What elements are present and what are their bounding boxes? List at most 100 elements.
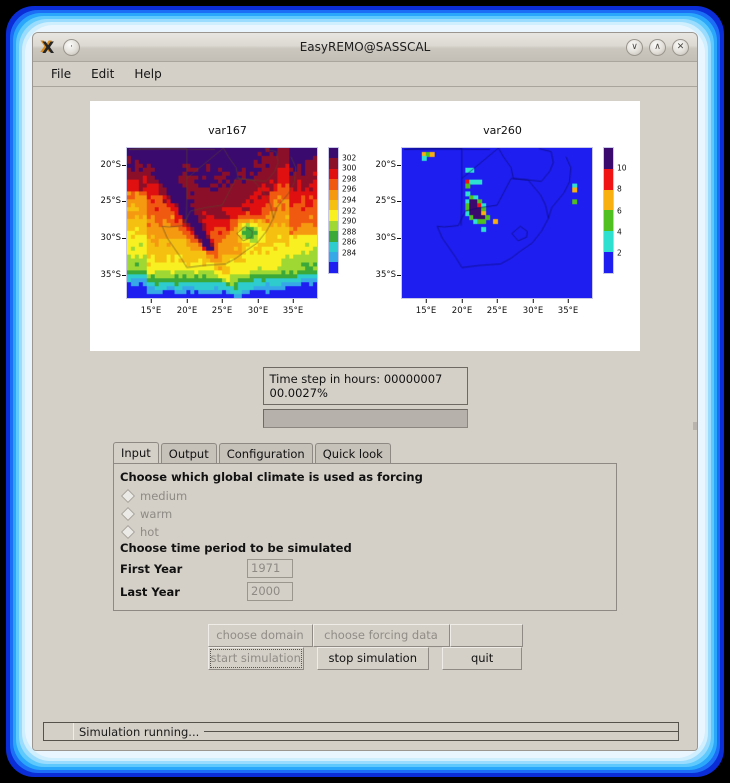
tab-configuration[interactable]: Configuration bbox=[218, 443, 313, 465]
radio-label-warm: warm bbox=[140, 506, 173, 521]
y-tick-label: 20°S bbox=[100, 160, 127, 170]
heatmap-canvas bbox=[402, 148, 592, 298]
colorbar-labels: 10 8 6 4 2 bbox=[617, 147, 641, 274]
chart-var167: var167 20°S 25°S 30°S 35°S 15°E 20°E 25°… bbox=[90, 101, 365, 351]
maximize-icon[interactable]: ∧ bbox=[649, 38, 666, 56]
colorbar-segment bbox=[329, 231, 338, 242]
chart-plot-area bbox=[401, 147, 593, 299]
period-group-label: Choose time period to be simulated bbox=[120, 541, 352, 556]
colorbar-tick-label: 288 bbox=[342, 227, 357, 237]
desktop-background: · EasyREMO@SASSCAL ∨ ∧ ✕ File Edit Help … bbox=[0, 0, 730, 783]
x-axis-ticks: 15°E 20°E 25°E 30°E 35°E bbox=[126, 299, 318, 323]
status-bar: Simulation running... bbox=[43, 722, 679, 741]
timestep-section: Time step in hours: 00000007 00.0027% bbox=[262, 367, 468, 429]
tab-panel-input: Choose which global climate is used as f… bbox=[113, 463, 617, 612]
tab-bar: Input Output Configuration Quick look bbox=[113, 442, 617, 465]
status-message: Simulation running... bbox=[74, 724, 205, 739]
label-last-year: Last Year bbox=[120, 584, 180, 599]
y-tick-label: 25°S bbox=[100, 196, 127, 206]
menu-bar: File Edit Help bbox=[33, 62, 697, 87]
colorbar-segment bbox=[604, 189, 613, 211]
colorbar-labels: 302 300 298 296 294 292 290 288 286 284 bbox=[342, 147, 366, 274]
colorbar-tick-label: 284 bbox=[342, 248, 357, 258]
window-edge-artifact bbox=[693, 422, 697, 430]
y-tick-label: 35°S bbox=[100, 270, 127, 280]
colorbar-segment bbox=[329, 168, 338, 180]
colorbar-segment bbox=[329, 148, 338, 159]
radio-option-medium[interactable]: medium bbox=[120, 487, 608, 504]
input-last-year[interactable]: 2000 bbox=[247, 582, 293, 602]
tab-output[interactable]: Output bbox=[160, 443, 217, 465]
x-tick-label: 25°E bbox=[211, 299, 233, 316]
close-icon[interactable]: ✕ bbox=[672, 38, 689, 56]
stop-simulation-button[interactable]: stop simulation bbox=[316, 647, 429, 671]
colorbar-segment bbox=[329, 158, 338, 169]
colorbar-tick-label: 300 bbox=[342, 163, 357, 173]
y-tick-label: 35°S bbox=[375, 270, 402, 280]
x-window-logo-icon bbox=[40, 39, 56, 55]
colorbar-tick-label: 290 bbox=[342, 216, 357, 226]
window-menu-icon[interactable]: · bbox=[63, 38, 80, 56]
colorbar-segment bbox=[604, 252, 613, 273]
menu-item-edit[interactable]: Edit bbox=[83, 65, 122, 83]
colorbar-tick-label: 4 bbox=[617, 227, 622, 237]
y-tick-label: 25°S bbox=[375, 196, 402, 206]
status-bar-rule bbox=[204, 730, 678, 732]
y-tick-label: 30°S bbox=[375, 233, 402, 243]
colorbar-tick-label: 286 bbox=[342, 237, 357, 247]
heatmap-canvas bbox=[127, 148, 317, 298]
button-gap bbox=[303, 647, 317, 671]
radio-label-hot: hot bbox=[140, 524, 159, 539]
colorbar-segment bbox=[329, 210, 338, 221]
button-row-top: choose domain choose forcing data bbox=[207, 624, 523, 648]
tab-quick-look[interactable]: Quick look bbox=[314, 443, 391, 465]
application-window: · EasyREMO@SASSCAL ∨ ∧ ✕ File Edit Help … bbox=[32, 32, 698, 751]
y-axis-ticks: 20°S 25°S 30°S 35°S bbox=[365, 147, 402, 299]
simulation-progress-bar bbox=[262, 409, 468, 429]
field-row-first-year: First Year 1971 bbox=[120, 558, 608, 579]
radio-diamond-icon[interactable] bbox=[120, 524, 136, 539]
colorbar-segment bbox=[329, 252, 338, 263]
x-axis-ticks: 15°E 20°E 25°E 30°E 35°E bbox=[401, 299, 593, 323]
radio-diamond-icon[interactable] bbox=[120, 488, 136, 503]
chart-title: var167 bbox=[208, 124, 247, 137]
colorbar bbox=[603, 147, 614, 274]
x-tick-label: 15°E bbox=[140, 299, 162, 316]
input-first-year[interactable]: 1971 bbox=[247, 559, 293, 579]
field-row-last-year: Last Year 2000 bbox=[120, 581, 608, 602]
colorbar-segment bbox=[329, 200, 338, 211]
choose-domain-button[interactable]: choose domain bbox=[207, 624, 313, 648]
menu-item-file[interactable]: File bbox=[43, 65, 79, 83]
x-tick-label: 25°E bbox=[486, 299, 508, 316]
colorbar-tick-label: 292 bbox=[342, 206, 357, 215]
radio-option-hot[interactable]: hot bbox=[120, 523, 608, 540]
label-first-year: First Year bbox=[120, 561, 183, 576]
x-tick-label: 30°E bbox=[522, 299, 544, 316]
radio-diamond-icon[interactable] bbox=[120, 506, 136, 521]
y-tick-label: 30°S bbox=[100, 233, 127, 243]
radio-option-warm[interactable]: warm bbox=[120, 505, 608, 522]
minimize-icon[interactable]: ∨ bbox=[626, 38, 643, 56]
tab-input[interactable]: Input bbox=[113, 442, 159, 465]
colorbar-segment bbox=[329, 262, 338, 273]
colorbar-tick-label: 10 bbox=[617, 163, 627, 173]
colorbar-segment bbox=[604, 168, 613, 190]
forcing-group-label: Choose which global climate is used as f… bbox=[120, 470, 423, 485]
colorbar-tick-label: 302 bbox=[342, 153, 357, 163]
button-row-filler bbox=[449, 624, 523, 648]
choose-forcing-data-button[interactable]: choose forcing data bbox=[312, 624, 450, 648]
window-title: EasyREMO@SASSCAL bbox=[299, 40, 431, 54]
plot-panel: var167 20°S 25°S 30°S 35°S 15°E 20°E 25°… bbox=[90, 101, 640, 351]
colorbar-tick-label: 294 bbox=[342, 195, 357, 205]
quit-button[interactable]: quit bbox=[441, 647, 523, 671]
colorbar-segment bbox=[604, 210, 613, 232]
colorbar-segment bbox=[604, 231, 613, 253]
start-simulation-button[interactable]: start simulation bbox=[207, 647, 304, 671]
timestep-display: Time step in hours: 00000007 00.0027% bbox=[262, 367, 468, 406]
title-bar: · EasyREMO@SASSCAL ∨ ∧ ✕ bbox=[33, 33, 697, 62]
x-tick-label: 15°E bbox=[415, 299, 437, 316]
colorbar-tick-label: 298 bbox=[342, 174, 357, 184]
x-tick-label: 35°E bbox=[557, 299, 579, 316]
chart-plot-area bbox=[126, 147, 318, 299]
menu-item-help[interactable]: Help bbox=[126, 65, 169, 83]
